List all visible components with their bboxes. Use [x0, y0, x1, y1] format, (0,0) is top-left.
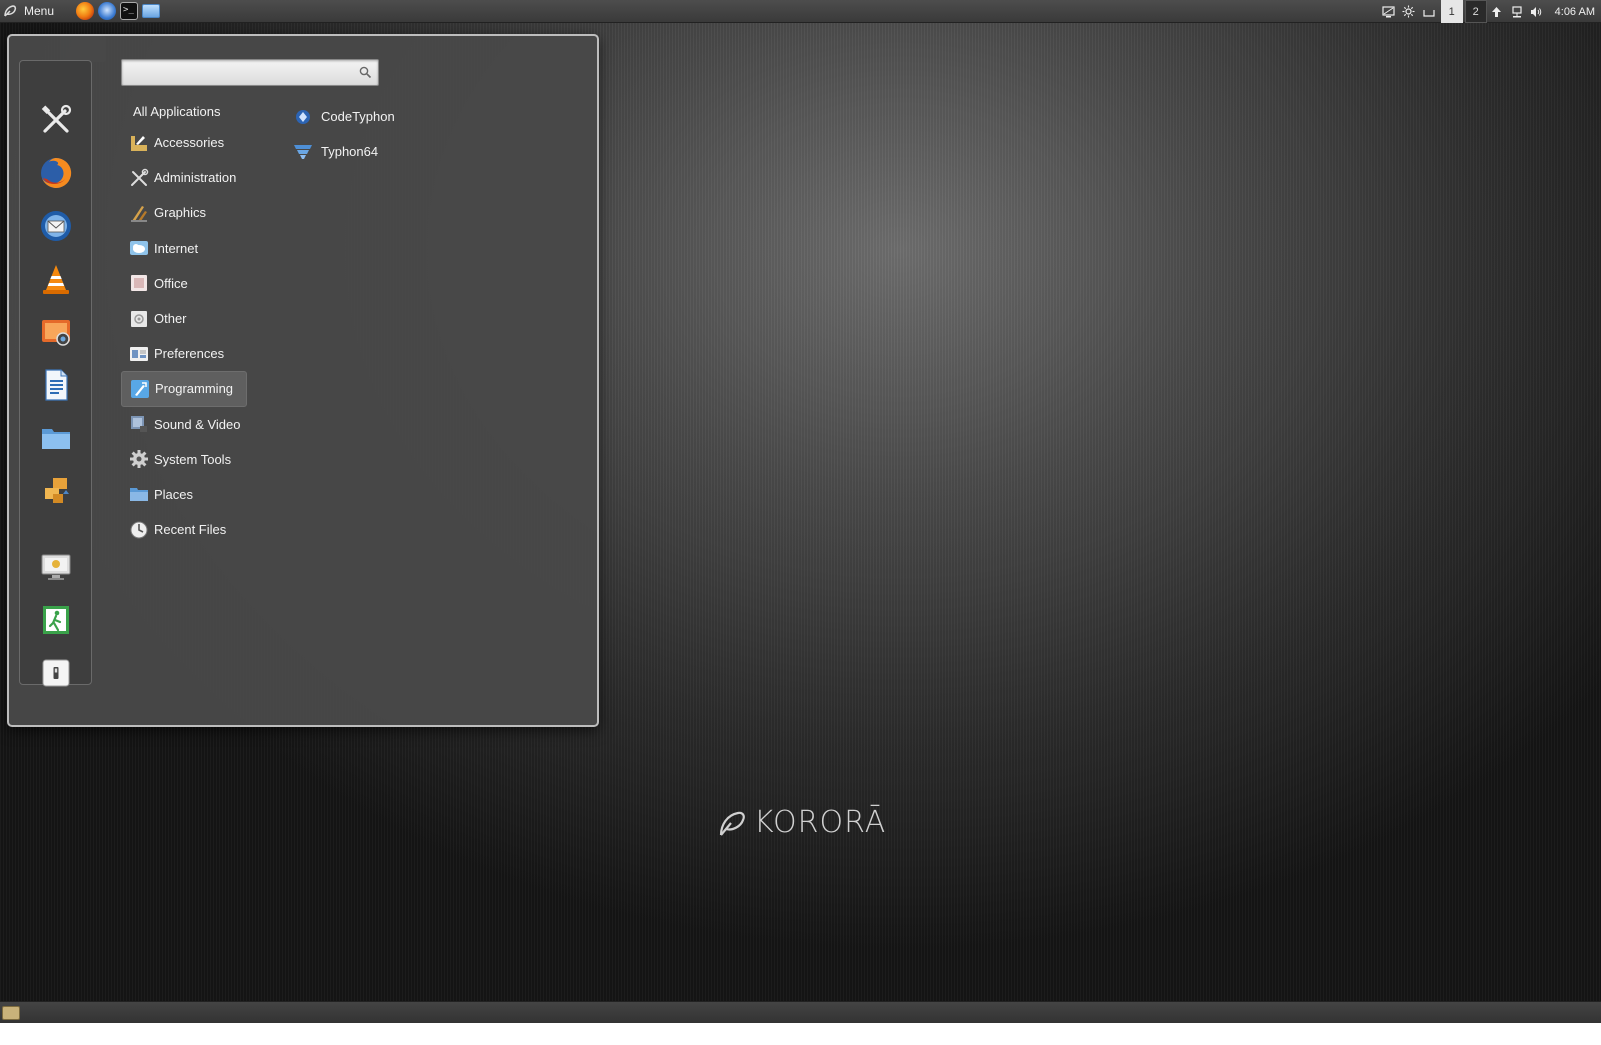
category-programming[interactable]: Programming: [121, 371, 247, 407]
category-label: Recent Files: [154, 522, 227, 538]
category-recent-files[interactable]: Recent Files: [121, 512, 247, 547]
display-icon[interactable]: [1381, 4, 1397, 20]
category-list: Accessories Administration Graphics Inte…: [121, 125, 247, 547]
category-label: Preferences: [154, 346, 225, 362]
category-label: Accessories: [154, 135, 225, 151]
category-label: Office: [154, 275, 188, 291]
recent-files-icon: [129, 520, 149, 540]
search-icon: [359, 66, 372, 79]
category-label: Graphics: [154, 205, 207, 221]
panel-launchers: >_: [76, 2, 161, 20]
system-settings-icon[interactable]: [37, 101, 75, 139]
category-office[interactable]: Office: [121, 266, 247, 301]
sound-video-icon: [129, 414, 149, 434]
category-administration[interactable]: Administration: [121, 160, 247, 195]
category-system-tools[interactable]: System Tools: [121, 442, 247, 477]
administration-icon: [129, 168, 149, 188]
programming-icon: [130, 379, 150, 399]
update-arrow-icon[interactable]: [1489, 4, 1505, 20]
accessories-icon: [129, 133, 149, 153]
category-accessories[interactable]: Accessories: [121, 125, 247, 160]
category-preferences[interactable]: Preferences: [121, 336, 247, 371]
category-label: Sound & Video: [154, 416, 241, 432]
image-viewer-icon[interactable]: [37, 313, 75, 351]
show-desktop-icon[interactable]: [2, 1006, 20, 1020]
office-icon: [129, 273, 149, 293]
search-field[interactable]: [121, 59, 379, 86]
clock[interactable]: 4:06 AM: [1547, 6, 1601, 18]
vlc-icon[interactable]: [37, 260, 75, 298]
firefox-icon[interactable]: [76, 2, 95, 20]
codetyphon-icon: [293, 107, 313, 127]
app-label: CodeTyphon: [321, 109, 395, 124]
other-icon: [129, 309, 149, 329]
system-tools-icon: [129, 449, 149, 469]
category-label: Places: [154, 486, 194, 502]
firefox-icon[interactable]: [37, 154, 75, 192]
korora-logo-icon: [719, 811, 745, 836]
thunderbird-icon[interactable]: [98, 2, 117, 20]
application-menu: All Applications Accessories Administrat…: [7, 34, 599, 727]
power-icon[interactable]: [37, 654, 75, 692]
desktop-brand: KORORĀ: [716, 805, 886, 840]
file-manager-icon[interactable]: [142, 4, 161, 18]
top-panel: Menu >_ 1 2 4:06 AM: [0, 0, 1601, 23]
korora-logo-icon: [4, 5, 17, 17]
screen-edge: [0, 1023, 1601, 1045]
category-other[interactable]: Other: [121, 301, 247, 336]
app-codetyphon[interactable]: CodeTyphon: [291, 99, 395, 134]
preferences-icon: [129, 344, 149, 364]
internet-icon: [129, 238, 149, 258]
category-graphics[interactable]: Graphics: [121, 195, 247, 230]
search-input[interactable]: [126, 63, 351, 82]
workspace-2-button[interactable]: 2: [1464, 0, 1487, 23]
graphics-icon: [129, 203, 149, 223]
removable-drive-icon[interactable]: [1421, 4, 1437, 20]
category-label: System Tools: [154, 451, 232, 467]
category-label: Other: [154, 311, 187, 327]
app-typhon64[interactable]: Typhon64: [291, 134, 395, 169]
system-tray: 1 2 4:06 AM: [1379, 0, 1601, 23]
network-icon[interactable]: [1509, 4, 1525, 20]
menu-button[interactable]: Menu: [0, 0, 60, 23]
menu-label: Menu: [24, 4, 55, 18]
brightness-icon[interactable]: [1401, 4, 1417, 20]
volume-icon[interactable]: [1529, 4, 1545, 20]
lock-screen-icon[interactable]: [37, 548, 75, 586]
favorites-bar: [19, 60, 92, 687]
application-list: CodeTyphon Typhon64: [291, 99, 395, 169]
typhon64-icon: [293, 142, 313, 162]
logout-icon[interactable]: [37, 601, 75, 639]
category-label: Internet: [154, 240, 199, 256]
category-sound-video[interactable]: Sound & Video: [121, 407, 247, 442]
brand-text: KORORĀ: [754, 805, 887, 840]
category-internet[interactable]: Internet: [121, 231, 247, 266]
category-label: Programming: [155, 381, 234, 397]
bottom-panel: [0, 1001, 1601, 1023]
category-label: Administration: [154, 170, 237, 186]
terminal-icon[interactable]: >_: [120, 2, 139, 20]
places-icon: [129, 484, 149, 504]
app-label: Typhon64: [321, 144, 379, 159]
category-places[interactable]: Places: [121, 477, 247, 512]
writer-icon[interactable]: [37, 366, 75, 404]
all-applications-item[interactable]: All Applications: [133, 104, 220, 119]
file-manager-icon[interactable]: [37, 419, 75, 457]
thunderbird-icon[interactable]: [37, 207, 75, 245]
software-icon[interactable]: [37, 472, 75, 510]
workspace-1-button[interactable]: 1: [1440, 0, 1463, 23]
